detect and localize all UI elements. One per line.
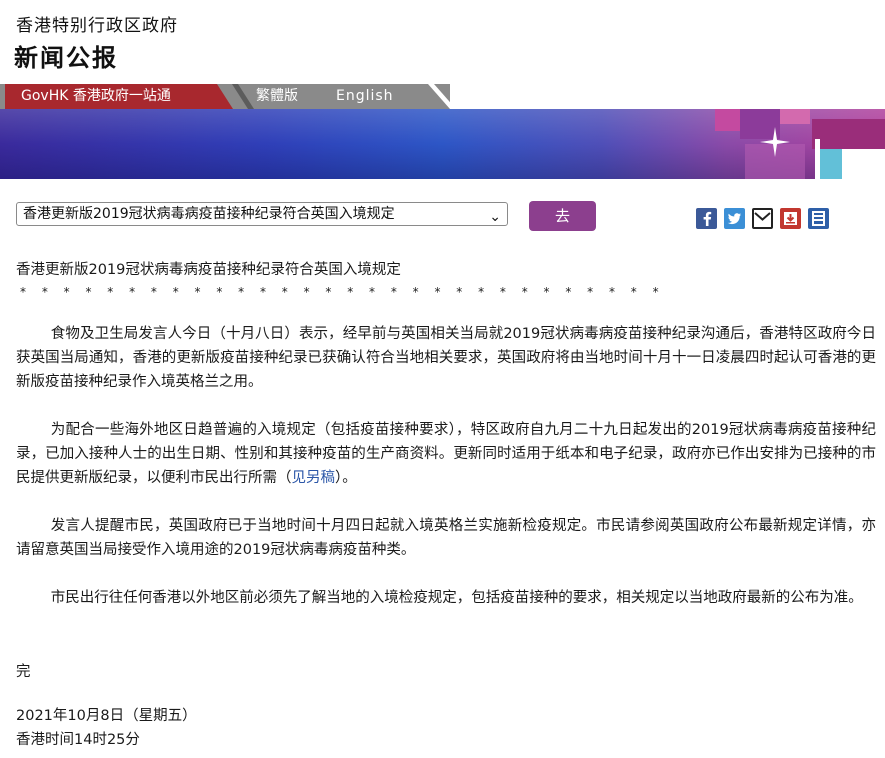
- article-paragraph: 为配合一些海外地区日趋普遍的入境规定（包括疫苗接种要求），特区政府自九月二十九日…: [16, 418, 876, 490]
- paragraph-tail: ）。: [335, 470, 357, 486]
- go-button[interactable]: 去: [529, 201, 596, 231]
- govhk-link[interactable]: GovHK 香港政府一站通: [5, 84, 233, 109]
- paragraph-text: 为配合一些海外地区日趋普遍的入境规定（包括疫苗接种要求），特区政府自九月二十九日…: [16, 422, 876, 486]
- banner-block: [842, 149, 885, 179]
- english-link[interactable]: English: [336, 84, 394, 109]
- banner-block: [820, 149, 842, 179]
- traditional-chinese-link[interactable]: 繁體版: [256, 84, 298, 109]
- article-title: 香港更新版2019冠状病毒病疫苗接种纪录符合英国入境规定: [16, 262, 401, 278]
- page-title: 新闻公报: [14, 44, 118, 72]
- article-paragraph: 市民出行往任何香港以外地区前必须先了解当地的入境检疫规定，包括疫苗接种的要求，相…: [50, 590, 863, 606]
- end-mark: 完: [16, 664, 31, 680]
- title-separator: * * * * * * * * * * * * * * * * * * * * …: [20, 285, 665, 299]
- twitter-icon[interactable]: [724, 208, 745, 229]
- release-time: 香港时间14时25分: [16, 732, 140, 748]
- banner-block: [715, 109, 740, 131]
- see-other-release-link[interactable]: 见另稿: [292, 470, 336, 486]
- banner-block: [812, 119, 885, 149]
- save-icon[interactable]: [780, 208, 801, 229]
- news-select-value: 香港更新版2019冠状病毒病疫苗接种纪录符合英国入境规定: [23, 206, 395, 222]
- mail-icon[interactable]: [752, 208, 773, 229]
- print-icon[interactable]: [808, 208, 829, 229]
- banner-block: [780, 109, 810, 124]
- release-date: 2021年10月8日（星期五）: [16, 708, 197, 724]
- header-banner: [0, 109, 885, 179]
- article-paragraph: 发言人提醒市民，英国政府已于当地时间十月四日起就入境英格兰实施新检疫规定。市民请…: [16, 518, 876, 558]
- chevron-down-icon: ⌄: [489, 209, 501, 225]
- page-header: 香港特别行政区政府 新闻公报: [0, 0, 885, 84]
- facebook-icon[interactable]: [696, 208, 717, 229]
- org-name: 香港特别行政区政府: [16, 16, 178, 36]
- news-select-dropdown[interactable]: 香港更新版2019冠状病毒病疫苗接种纪录符合英国入境规定 ⌄: [16, 202, 508, 226]
- article-paragraph: 食物及卫生局发言人今日（十月八日）表示，经早前与英国相关当局就2019冠状病毒病…: [16, 326, 876, 390]
- article-toolbar: 香港更新版2019冠状病毒病疫苗接种纪录符合英国入境规定 ⌄ 去: [0, 195, 885, 235]
- sparkle-icon: [760, 127, 790, 157]
- top-nav: GovHK 香港政府一站通 繁體版 English: [0, 84, 885, 109]
